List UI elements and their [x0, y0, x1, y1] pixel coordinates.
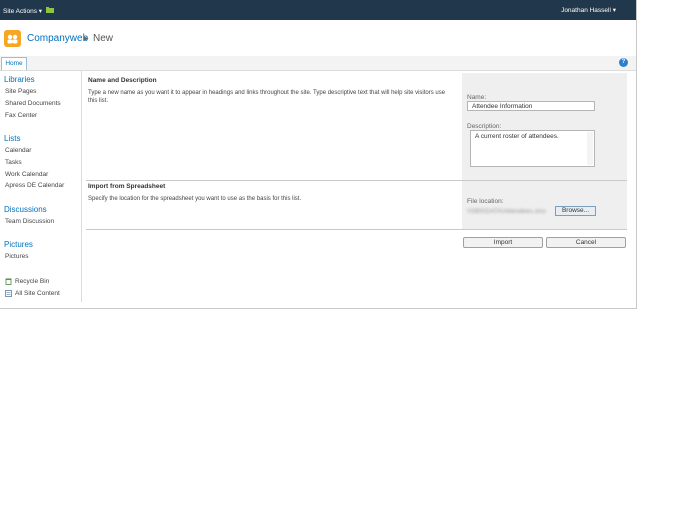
quick-launch: Libraries Site Pages Shared Documents Fa…: [0, 71, 82, 302]
description-textarea[interactable]: A current roster of attendees.: [470, 130, 595, 167]
import-section-right: File location: \\SBS\DATA\Attendees.xlsx…: [462, 181, 627, 229]
new-list-form: Name and Description Type a new name as …: [86, 73, 627, 273]
ql-heading-libraries[interactable]: Libraries: [4, 75, 35, 84]
recycle-bin-label: Recycle Bin: [15, 278, 50, 286]
textarea-scrollbar[interactable]: [587, 132, 593, 165]
user-menu[interactable]: Jonathan Hassell ▾: [561, 6, 616, 14]
ribbon-top-bar: Site Actions ▾ Jonathan Hassell ▾: [0, 0, 636, 20]
import-button[interactable]: Import: [463, 237, 543, 248]
name-section-description: Type a new name as you want it to appear…: [88, 90, 446, 104]
cancel-button[interactable]: Cancel: [546, 237, 626, 248]
name-section-right: Name: Attendee Information Description: …: [462, 73, 627, 180]
top-nav-bar: Home ?: [0, 56, 636, 71]
ql-item-shared-documents[interactable]: Shared Documents: [5, 100, 61, 107]
description-value: A current roster of attendees.: [475, 133, 559, 140]
ql-item-fax-center[interactable]: Fax Center: [5, 112, 37, 119]
folder-navigate-icon[interactable]: [46, 7, 54, 13]
page-title: New: [93, 33, 114, 44]
site-logo[interactable]: [4, 30, 21, 47]
name-input[interactable]: Attendee Information: [467, 101, 595, 111]
name-section-left: Name and Description Type a new name as …: [86, 73, 462, 180]
all-site-content-label: All Site Content: [15, 290, 60, 298]
ql-item-team-discussion[interactable]: Team Discussion: [5, 218, 54, 225]
import-section-title: Import from Spreadsheet: [88, 183, 166, 190]
tab-home[interactable]: Home: [1, 57, 27, 70]
site-actions-menu[interactable]: Site Actions ▾: [3, 7, 42, 15]
ql-item-apress-de-calendar[interactable]: Apress DE Calendar: [5, 182, 64, 189]
name-label: Name:: [467, 94, 487, 101]
import-section-left: Import from Spreadsheet Specify the loca…: [86, 181, 462, 229]
ql-item-pictures[interactable]: Pictures: [5, 253, 28, 260]
title-area: Companyweb ▸ New: [0, 20, 636, 57]
breadcrumb-separator: ▸: [84, 33, 89, 43]
all-site-content-icon: [5, 290, 12, 297]
file-location-label: File location:: [467, 198, 504, 205]
help-icon[interactable]: ?: [619, 58, 628, 67]
ql-item-work-calendar[interactable]: Work Calendar: [5, 171, 48, 178]
section-divider-bottom: [86, 229, 627, 230]
ql-recycle-bin[interactable]: Recycle Bin: [5, 278, 49, 285]
browse-button[interactable]: Browse...: [555, 206, 596, 216]
file-location-value[interactable]: \\SBS\DATA\Attendees.xlsx: [467, 208, 546, 215]
ql-item-calendar[interactable]: Calendar: [5, 147, 31, 154]
import-section-description: Specify the location for the spreadsheet…: [88, 196, 302, 202]
ql-item-site-pages[interactable]: Site Pages: [5, 88, 36, 95]
ql-heading-lists[interactable]: Lists: [4, 134, 20, 143]
site-title-link[interactable]: Companyweb: [27, 33, 88, 44]
ql-all-site-content[interactable]: All Site Content: [5, 290, 60, 297]
recycle-bin-icon: [5, 278, 12, 285]
ql-heading-discussions[interactable]: Discussions: [4, 205, 47, 214]
ql-item-tasks[interactable]: Tasks: [5, 159, 22, 166]
ql-heading-pictures[interactable]: Pictures: [4, 240, 33, 249]
sharepoint-window: Site Actions ▾ Jonathan Hassell ▾ Compan…: [0, 0, 637, 309]
name-section-title: Name and Description: [88, 77, 157, 84]
description-label: Description:: [467, 123, 502, 130]
